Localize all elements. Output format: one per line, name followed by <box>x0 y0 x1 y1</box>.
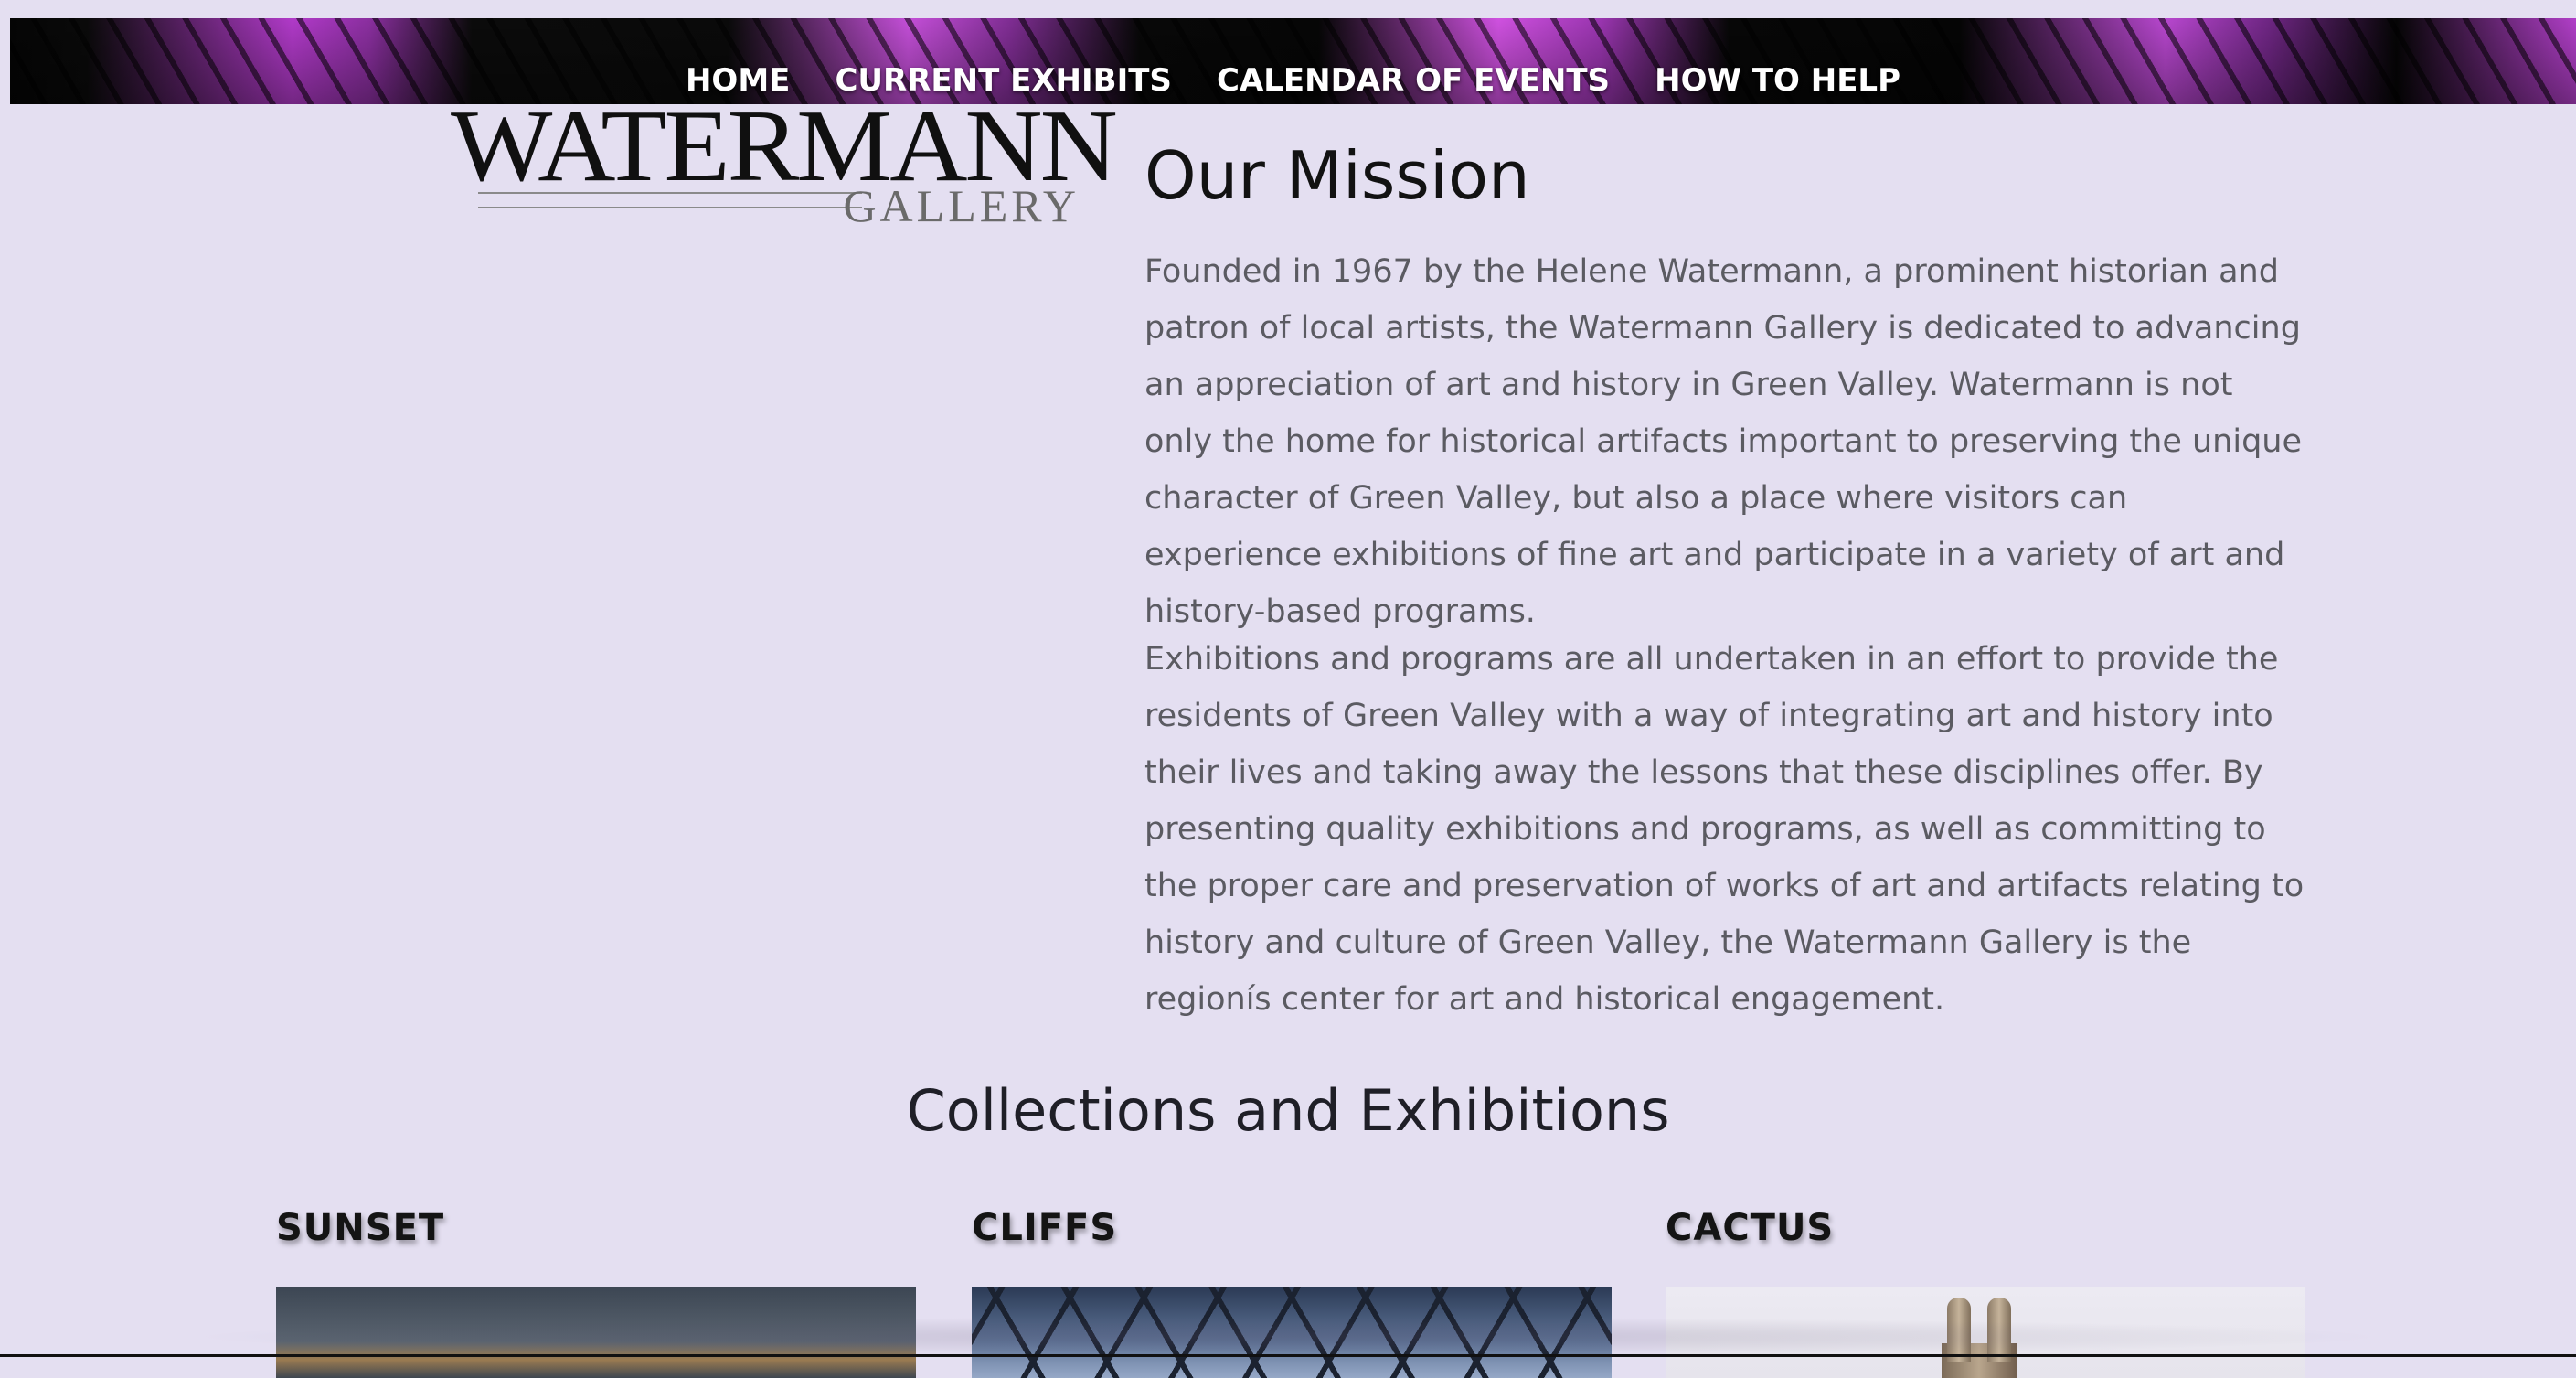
nav-home-link[interactable]: HOME <box>686 62 790 99</box>
nav-banner: HOME CURRENT EXHIBITS CALENDAR OF EVENTS… <box>10 18 2576 104</box>
card-label-cactus: CACTUS <box>1666 1207 1835 1249</box>
collection-card-cactus[interactable]: CACTUS <box>1666 1207 2307 1378</box>
mission-paragraph-1: Founded in 1967 by the Helene Watermann,… <box>1144 253 2303 630</box>
nav-how-to-help-link[interactable]: HOW TO HELP <box>1655 62 1900 99</box>
top-strip <box>0 0 2576 18</box>
nav-current-exhibits-link[interactable]: CURRENT EXHIBITS <box>835 62 1171 99</box>
card-label-cliffs: CLIFFS <box>972 1207 1118 1249</box>
card-label-sunset: SUNSET <box>276 1207 445 1249</box>
logo-rule-lines <box>478 192 862 208</box>
collection-card-sunset[interactable]: SUNSET <box>276 1207 918 1378</box>
bottom-shadow <box>183 1317 2393 1357</box>
nav-calendar-of-events-link[interactable]: CALENDAR OF EVENTS <box>1217 62 1610 99</box>
main-nav: HOME CURRENT EXHIBITS CALENDAR OF EVENTS… <box>10 62 2576 99</box>
mission-paragraph-2: Exhibitions and programs are all underta… <box>1144 641 2305 1018</box>
collections-heading: Collections and Exhibitions <box>906 1077 1670 1144</box>
gallery-logo[interactable]: WATERMANN GALLERY <box>451 95 1118 231</box>
mission-heading: Our Mission <box>1144 137 1530 214</box>
logo-subtitle: GALLERY <box>843 180 1080 231</box>
collection-card-cliffs[interactable]: CLIFFS <box>972 1207 1613 1378</box>
